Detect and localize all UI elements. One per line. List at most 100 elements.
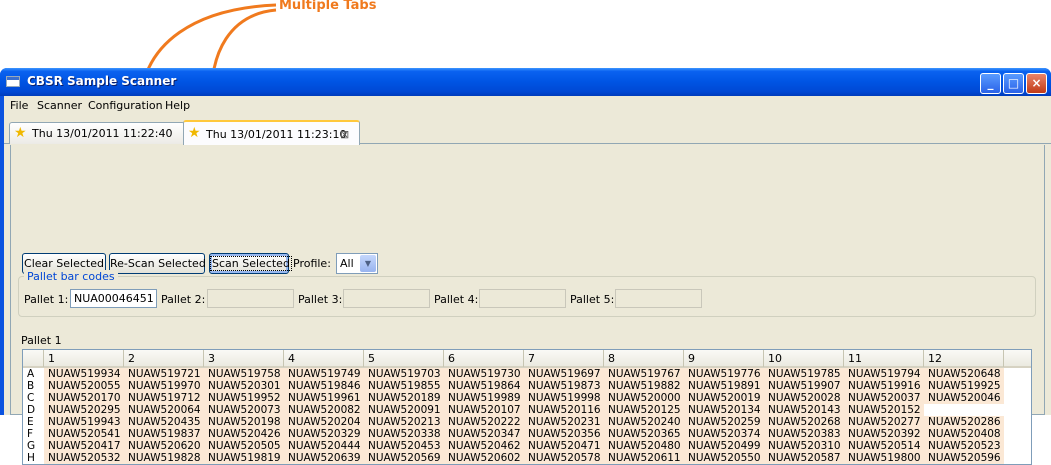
table-cell[interactable]: NUAW520091 [364, 404, 444, 416]
table-cell[interactable]: NUAW519794 [844, 368, 924, 380]
column-header[interactable]: 4 [284, 350, 364, 367]
table-cell[interactable]: NUAW519925 [924, 380, 1004, 392]
table-cell[interactable]: NUAW520453 [364, 440, 444, 452]
table-cell[interactable]: NUAW520435 [124, 416, 204, 428]
table-cell[interactable]: NUAW519721 [124, 368, 204, 380]
table-cell[interactable]: NUAW520000 [604, 392, 684, 404]
table-cell[interactable]: NUAW520639 [284, 452, 364, 464]
column-header[interactable] [23, 350, 44, 367]
table-row[interactable]: E NUAW519943 NUAW520435 NUAW520198 NUAW52020… [23, 416, 1031, 428]
table-cell[interactable]: NUAW519800 [844, 452, 924, 464]
table-cell[interactable]: NUAW520125 [604, 404, 684, 416]
rescan-selected-button[interactable]: Re-Scan Selected [109, 253, 206, 274]
table-cell[interactable]: NUAW519952 [204, 392, 284, 404]
table-cell[interactable]: NUAW520046 [924, 392, 1004, 404]
table-cell[interactable]: NUAW520240 [604, 416, 684, 428]
table-cell[interactable]: NUAW520514 [844, 440, 924, 452]
chevron-down-icon[interactable]: ▼ [360, 255, 376, 272]
table-cell[interactable]: NUAW519697 [524, 368, 604, 380]
table-cell[interactable]: NUAW520134 [684, 404, 764, 416]
table-cell[interactable]: NUAW519855 [364, 380, 444, 392]
table-cell[interactable]: NUAW520259 [684, 416, 764, 428]
table-cell[interactable]: NUAW520392 [844, 428, 924, 440]
table-cell[interactable]: NUAW520611 [604, 452, 684, 464]
menu-file[interactable]: File [10, 99, 28, 112]
table-cell[interactable]: NUAW520286 [924, 416, 1004, 428]
table-cell[interactable]: NUAW520365 [604, 428, 684, 440]
table-cell[interactable]: NUAW519712 [124, 392, 204, 404]
table-cell[interactable]: NUAW519758 [204, 368, 284, 380]
table-cell[interactable]: NUAW520301 [204, 380, 284, 392]
table-row[interactable]: G NUAW520417 NUAW520620 NUAW520505 NUAW52044… [23, 440, 1031, 452]
table-cell[interactable]: NUAW520152 [844, 404, 924, 416]
table-cell[interactable]: NUAW520064 [124, 404, 204, 416]
table-cell[interactable]: NUAW520408 [924, 428, 1004, 440]
column-header[interactable]: 2 [124, 350, 204, 367]
table-row[interactable]: A NUAW519934 NUAW519721 NUAW519758 NUAW51974… [23, 368, 1031, 380]
table-cell[interactable]: NUAW520198 [204, 416, 284, 428]
column-header[interactable]: 6 [444, 350, 524, 367]
table-cell[interactable]: NUAW520107 [444, 404, 524, 416]
table-cell[interactable]: NUAW520073 [204, 404, 284, 416]
table-cell[interactable]: NUAW520116 [524, 404, 604, 416]
table-cell[interactable]: NUAW519828 [124, 452, 204, 464]
table-cell[interactable]: NUAW520499 [684, 440, 764, 452]
table-cell[interactable]: NUAW520471 [524, 440, 604, 452]
table-cell[interactable]: NUAW519989 [444, 392, 524, 404]
close-tab-icon[interactable]: ⊠ [340, 128, 349, 141]
table-cell[interactable]: NUAW519785 [764, 368, 844, 380]
table-cell[interactable]: NUAW520347 [444, 428, 524, 440]
table-row[interactable]: F NUAW520541 NUAW519837 NUAW520426 NUAW52032… [23, 428, 1031, 440]
table-cell[interactable]: NUAW520213 [364, 416, 444, 428]
table-cell[interactable]: NUAW519943 [44, 416, 124, 428]
pallet-1-field[interactable]: NUA00046451 [70, 289, 157, 308]
column-header[interactable]: 7 [524, 350, 604, 367]
table-cell[interactable]: NUAW520480 [604, 440, 684, 452]
table-cell[interactable]: NUAW519934 [44, 368, 124, 380]
table-cell[interactable]: NUAW520383 [764, 428, 844, 440]
table-cell[interactable]: NUAW520426 [204, 428, 284, 440]
table-cell[interactable]: NUAW519970 [124, 380, 204, 392]
table-cell[interactable]: NUAW520028 [764, 392, 844, 404]
table-cell[interactable]: NUAW519776 [684, 368, 764, 380]
column-header[interactable]: 10 [764, 350, 844, 367]
table-cell[interactable]: NUAW520417 [44, 440, 124, 452]
table-cell[interactable]: NUAW519873 [524, 380, 604, 392]
profile-select[interactable]: All ▼ [336, 253, 378, 274]
table-cell[interactable]: NUAW520505 [204, 440, 284, 452]
column-header[interactable]: 9 [684, 350, 764, 367]
table-cell[interactable]: NUAW520170 [44, 392, 124, 404]
column-header[interactable]: 1 [44, 350, 124, 367]
table-cell[interactable]: NUAW520356 [524, 428, 604, 440]
minimize-button[interactable]: _ [980, 73, 1001, 94]
table-cell[interactable]: NUAW520462 [444, 440, 524, 452]
table-cell[interactable]: NUAW520204 [284, 416, 364, 428]
table-cell[interactable]: NUAW520055 [44, 380, 124, 392]
table-cell[interactable]: NUAW519749 [284, 368, 364, 380]
table-cell[interactable]: NUAW520143 [764, 404, 844, 416]
column-header[interactable]: 8 [604, 350, 684, 367]
table-cell[interactable]: NUAW520189 [364, 392, 444, 404]
table-cell[interactable]: NUAW520444 [284, 440, 364, 452]
table-row[interactable]: B NUAW520055 NUAW519970 NUAW520301 NUAW51984… [23, 380, 1031, 392]
menu-help[interactable]: Help [165, 99, 190, 112]
table-cell[interactable]: NUAW520541 [44, 428, 124, 440]
table-cell[interactable]: NUAW520569 [364, 452, 444, 464]
table-cell[interactable]: NUAW519864 [444, 380, 524, 392]
table-cell[interactable]: NUAW519837 [124, 428, 204, 440]
table-cell[interactable]: NUAW519998 [524, 392, 604, 404]
table-cell[interactable]: NUAW520082 [284, 404, 364, 416]
table-cell[interactable]: NUAW519907 [764, 380, 844, 392]
table-cell[interactable]: NUAW520523 [924, 440, 1004, 452]
table-cell[interactable]: NUAW519730 [444, 368, 524, 380]
table-row[interactable]: D NUAW520295 NUAW520064 NUAW520073 NUAW52008… [23, 404, 1031, 416]
column-header[interactable]: 11 [844, 350, 924, 367]
table-cell[interactable]: NUAW519961 [284, 392, 364, 404]
table-cell[interactable]: NUAW520310 [764, 440, 844, 452]
table-row[interactable]: C NUAW520170 NUAW519712 NUAW519952 NUAW51996… [23, 392, 1031, 404]
table-cell[interactable]: NUAW520532 [44, 452, 124, 464]
table-cell[interactable]: NUAW520338 [364, 428, 444, 440]
column-header[interactable]: 12 [924, 350, 1004, 367]
table-cell[interactable]: NUAW520648 [924, 368, 1004, 380]
menu-configuration[interactable]: Configuration [88, 99, 163, 112]
